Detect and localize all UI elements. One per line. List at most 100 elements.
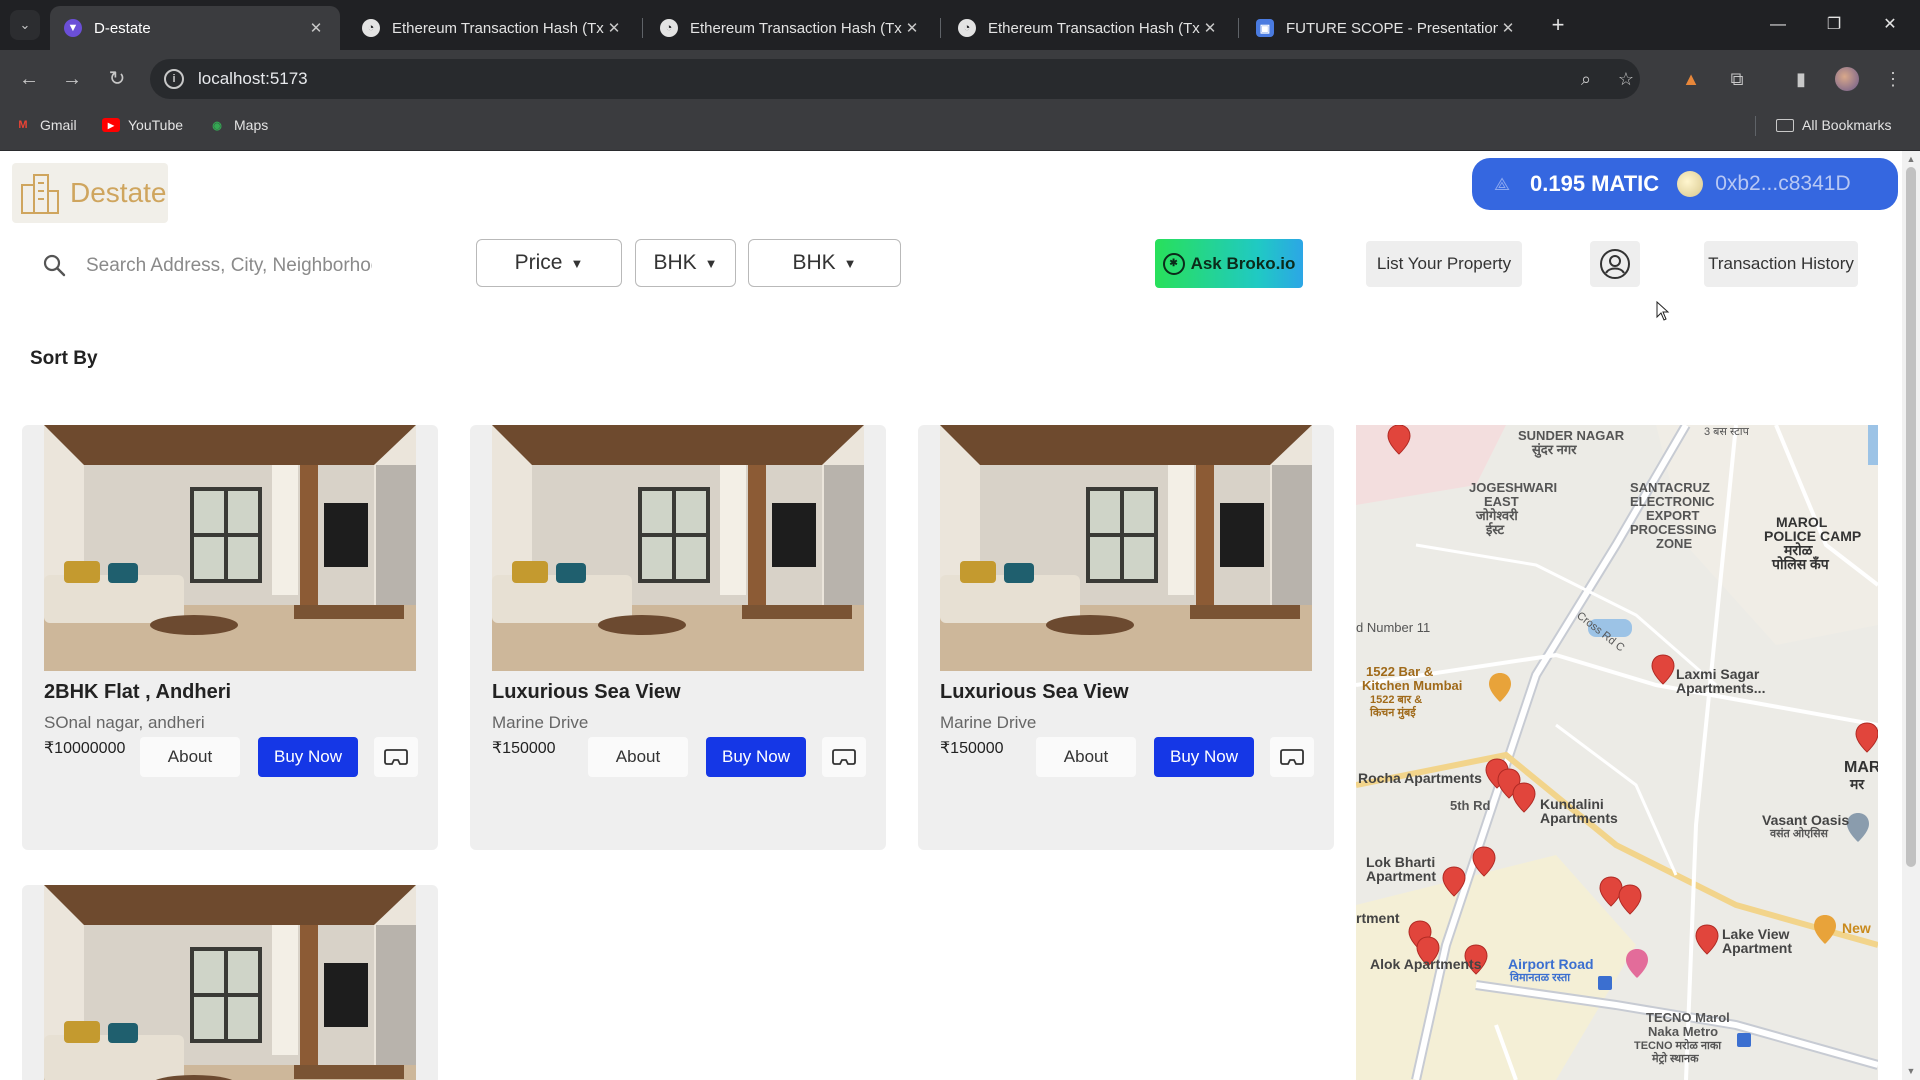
profile-button[interactable]	[1590, 241, 1640, 287]
reload-icon[interactable]: ↻	[102, 64, 132, 94]
list-property-button[interactable]: List Your Property	[1366, 241, 1522, 287]
chrome-menu-icon[interactable]: ⋮	[1878, 64, 1908, 94]
browser-tab-etherscan-1[interactable]: ◔ Ethereum Transaction Hash (Txh ✕	[348, 6, 638, 50]
bookmark-youtube[interactable]: ▶ YouTube	[102, 108, 183, 142]
ask-broko-button[interactable]: ✱ Ask Broko.io	[1155, 239, 1303, 288]
browser-toolbar: ← → ↻ i localhost:5173 ⌕ ☆ ▲ ⧉ ▮ ⋮	[0, 50, 1920, 108]
scroll-up-icon[interactable]: ▲	[1906, 154, 1916, 164]
close-tab-icon[interactable]: ✕	[306, 19, 326, 37]
property-title[interactable]: 2BHK Flat , Andheri	[44, 681, 231, 704]
metamask-extension-icon[interactable]: ▲	[1676, 64, 1706, 94]
tab-separator	[940, 18, 941, 38]
bookmarks-divider	[1755, 116, 1756, 136]
folder-icon	[1776, 118, 1794, 132]
extensions-puzzle-icon[interactable]: ⧉	[1722, 64, 1752, 94]
buy-now-button[interactable]: Buy Now	[1154, 737, 1254, 777]
property-card: Luxurious Sea View Marine Drive ₹150000 …	[918, 425, 1334, 850]
living-room-photo	[492, 425, 864, 671]
property-title[interactable]: Luxurious Sea View	[492, 681, 681, 704]
browser-tab-destate[interactable]: ▼ D-estate ✕	[50, 6, 340, 50]
minimize-icon[interactable]: —	[1758, 8, 1798, 42]
wallet-connect-button[interactable]: ⟁ 0.195 MATIC 0xb2...c8341D	[1472, 158, 1898, 210]
back-arrow-icon[interactable]: ←	[14, 64, 44, 94]
map-label: 1522 Bar &	[1366, 664, 1434, 679]
tab-title: Ethereum Transaction Hash (Txh	[690, 19, 902, 37]
new-tab-icon[interactable]: +	[1545, 12, 1571, 38]
forward-arrow-icon[interactable]: →	[57, 64, 87, 94]
vr-view-button[interactable]	[1270, 737, 1314, 777]
zoom-icon[interactable]: ⌕	[1572, 65, 1600, 93]
about-button[interactable]: About	[1036, 737, 1136, 777]
tab-title: Ethereum Transaction Hash (Txh	[392, 19, 604, 37]
buy-now-label: Buy Now	[721, 747, 791, 766]
property-card: 2BHK Flat , Andheri SOnal nagar, andheri…	[22, 425, 438, 850]
property-image[interactable]	[492, 425, 864, 671]
map-label: 1522 बार &	[1370, 694, 1423, 706]
about-button[interactable]: About	[140, 737, 240, 777]
map-label: TECNO Marol	[1646, 1010, 1730, 1025]
transaction-history-button[interactable]: Transaction History	[1704, 241, 1858, 287]
property-location: SOnal nagar, andheri	[44, 713, 205, 732]
scroll-down-icon[interactable]: ▼	[1906, 1066, 1916, 1076]
close-window-icon[interactable]: ✕	[1870, 8, 1910, 42]
bookmark-maps[interactable]: ◉ Maps	[208, 108, 268, 142]
property-card: Luxurious Sea View Marine Drive ₹150000 …	[470, 425, 886, 850]
list-property-label: List Your Property	[1376, 254, 1512, 273]
close-tab-icon[interactable]: ✕	[604, 19, 624, 37]
map-label: EXPORT	[1646, 508, 1700, 523]
site-info-icon[interactable]: i	[164, 69, 184, 89]
bhk-dropdown-1[interactable]: BHK ▼	[635, 239, 736, 287]
tab-title: D-estate	[94, 19, 151, 37]
property-price: ₹150000	[492, 740, 556, 757]
maps-icon: ◉	[212, 119, 222, 132]
close-tab-icon[interactable]: ✕	[1498, 19, 1518, 37]
tab-separator	[1238, 18, 1239, 38]
price-dropdown[interactable]: Price ▼	[476, 239, 622, 287]
address-bar[interactable]: i localhost:5173 ⌕ ☆	[150, 59, 1640, 99]
close-tab-icon[interactable]: ✕	[902, 19, 922, 37]
map-label: वसंत ओएसिस	[1770, 828, 1828, 840]
map-label: New	[1842, 920, 1871, 936]
buy-now-label: Buy Now	[273, 747, 343, 766]
map-label: MAROL	[1776, 514, 1828, 530]
bookmark-star-icon[interactable]: ☆	[1612, 65, 1640, 93]
browser-tab-etherscan-3[interactable]: ◔ Ethereum Transaction Hash (Txh ✕	[944, 6, 1234, 50]
page-scrollbar[interactable]: ▲ ▼	[1902, 151, 1920, 1080]
bhk-dropdown-2[interactable]: BHK ▼	[748, 239, 901, 287]
map-label: Lake View	[1722, 926, 1790, 942]
browser-tab-strip: ⌄ ▼ D-estate ✕ ◔ Ethereum Transaction Ha…	[0, 0, 1920, 50]
property-map[interactable]: SUNDER NAGAR सुंदर नगर JOGESHWARI EAST ज…	[1356, 425, 1878, 1080]
polygon-network-icon: ⟁	[1493, 174, 1511, 194]
map-label: Laxmi Sagar	[1676, 666, 1760, 682]
restore-icon[interactable]: ❐	[1814, 8, 1854, 42]
destate-logo[interactable]: Destate	[12, 163, 168, 223]
browser-tab-etherscan-2[interactable]: ◔ Ethereum Transaction Hash (Txh ✕	[646, 6, 936, 50]
property-image[interactable]	[940, 425, 1312, 671]
property-image[interactable]	[44, 425, 416, 671]
search-input[interactable]	[72, 247, 372, 285]
tab-search-chevron-icon[interactable]: ⌄	[10, 10, 40, 40]
map-label: rtment	[1356, 910, 1400, 926]
all-bookmarks-label: All Bookmarks	[1802, 117, 1892, 133]
close-tab-icon[interactable]: ✕	[1200, 19, 1220, 37]
map-label: ZONE	[1656, 536, 1693, 551]
vr-view-button[interactable]	[822, 737, 866, 777]
property-title[interactable]: Luxurious Sea View	[940, 681, 1129, 704]
about-button[interactable]: About	[588, 737, 688, 777]
buy-now-label: Buy Now	[1169, 747, 1239, 766]
sort-by-label[interactable]: Sort By	[30, 348, 98, 370]
profile-avatar[interactable]	[1832, 64, 1862, 94]
buy-now-button[interactable]: Buy Now	[706, 737, 806, 777]
gmail-icon: M	[18, 119, 28, 131]
side-panel-icon[interactable]: ▮	[1786, 64, 1816, 94]
vr-view-button[interactable]	[374, 737, 418, 777]
caret-down-icon: ▼	[704, 255, 718, 271]
all-bookmarks[interactable]: All Bookmarks	[1776, 108, 1891, 142]
buy-now-button[interactable]: Buy Now	[258, 737, 358, 777]
map-label: जोगेश्वरी	[1476, 508, 1518, 523]
map-label: सुंदर नगर	[1532, 442, 1577, 457]
bookmark-gmail[interactable]: M Gmail	[14, 108, 76, 142]
scrollbar-thumb[interactable]	[1906, 167, 1916, 867]
browser-tab-presentation[interactable]: ▣ FUTURE SCOPE - Presentation ✕	[1242, 6, 1532, 50]
property-image[interactable]	[44, 885, 416, 1080]
